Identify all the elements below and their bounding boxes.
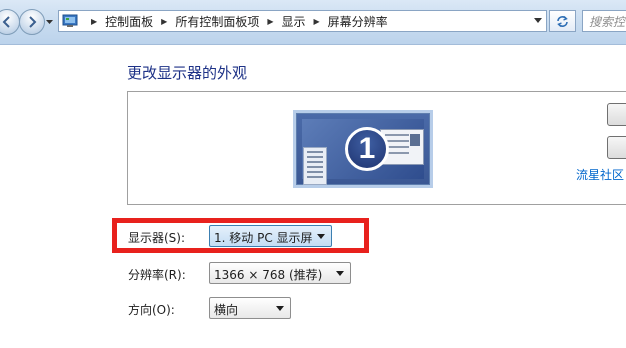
- dropdown-arrow-icon: [336, 271, 344, 276]
- orientation-dropdown-value: 横向: [214, 303, 239, 317]
- refresh-icon: [557, 15, 568, 27]
- search-input[interactable]: 搜索控: [582, 10, 626, 32]
- mini-panel-graphic: [303, 147, 327, 185]
- breadcrumb-separator-icon[interactable]: ▶: [314, 17, 320, 26]
- monitor-1-thumbnail[interactable]: 1: [296, 113, 430, 185]
- identify-button[interactable]: [607, 136, 626, 159]
- address-dropdown-icon[interactable]: [534, 18, 542, 24]
- breadcrumb-separator-icon[interactable]: ▶: [91, 17, 97, 26]
- address-bar[interactable]: ▶ 控制面板 ▶ 所有控制面板项 ▶ 显示 ▶ 屏幕分辨率: [58, 10, 547, 32]
- breadcrumb-item[interactable]: 所有控制面板项: [175, 13, 259, 30]
- dropdown-arrow-icon: [276, 306, 284, 311]
- forward-button[interactable]: [19, 9, 45, 35]
- orientation-label: 方向(O):: [128, 303, 175, 317]
- monitor-number-badge: 1: [345, 127, 389, 171]
- control-panel-icon: [62, 14, 78, 27]
- recent-pages-chevron-icon[interactable]: [46, 18, 53, 26]
- breadcrumb-item[interactable]: 屏幕分辨率: [328, 13, 388, 30]
- orientation-dropdown[interactable]: 横向: [209, 297, 291, 319]
- breadcrumb-separator-icon[interactable]: ▶: [161, 17, 167, 26]
- navigation-bar: ▶ 控制面板 ▶ 所有控制面板项 ▶ 显示 ▶ 屏幕分辨率 搜索控: [0, 0, 626, 45]
- breadcrumb-separator-icon[interactable]: ▶: [267, 17, 273, 26]
- breadcrumb-item[interactable]: 显示: [282, 13, 306, 30]
- back-arrow-icon: [2, 16, 10, 28]
- breadcrumb: ▶ 控制面板 ▶ 所有控制面板项 ▶ 显示 ▶ 屏幕分辨率: [83, 11, 388, 31]
- display-dropdown[interactable]: 1. 移动 PC 显示屏: [209, 225, 332, 247]
- display-dropdown-value: 1. 移动 PC 显示屏: [214, 231, 313, 245]
- resolution-label: 分辨率(R):: [128, 268, 186, 282]
- resolution-dropdown-value: 1366 × 768 (推荐): [214, 268, 323, 282]
- forward-arrow-icon: [29, 16, 37, 28]
- page-title: 更改显示器的外观: [127, 64, 248, 82]
- dropdown-arrow-icon: [317, 234, 325, 239]
- resolution-dropdown[interactable]: 1366 × 768 (推荐): [209, 262, 351, 284]
- detect-button[interactable]: [607, 103, 626, 126]
- display-label: 显示器(S):: [128, 231, 186, 245]
- breadcrumb-item[interactable]: 控制面板: [105, 13, 153, 30]
- watermark-link[interactable]: 流星社区: [576, 166, 624, 183]
- refresh-button[interactable]: [549, 10, 576, 32]
- back-button[interactable]: [0, 9, 20, 35]
